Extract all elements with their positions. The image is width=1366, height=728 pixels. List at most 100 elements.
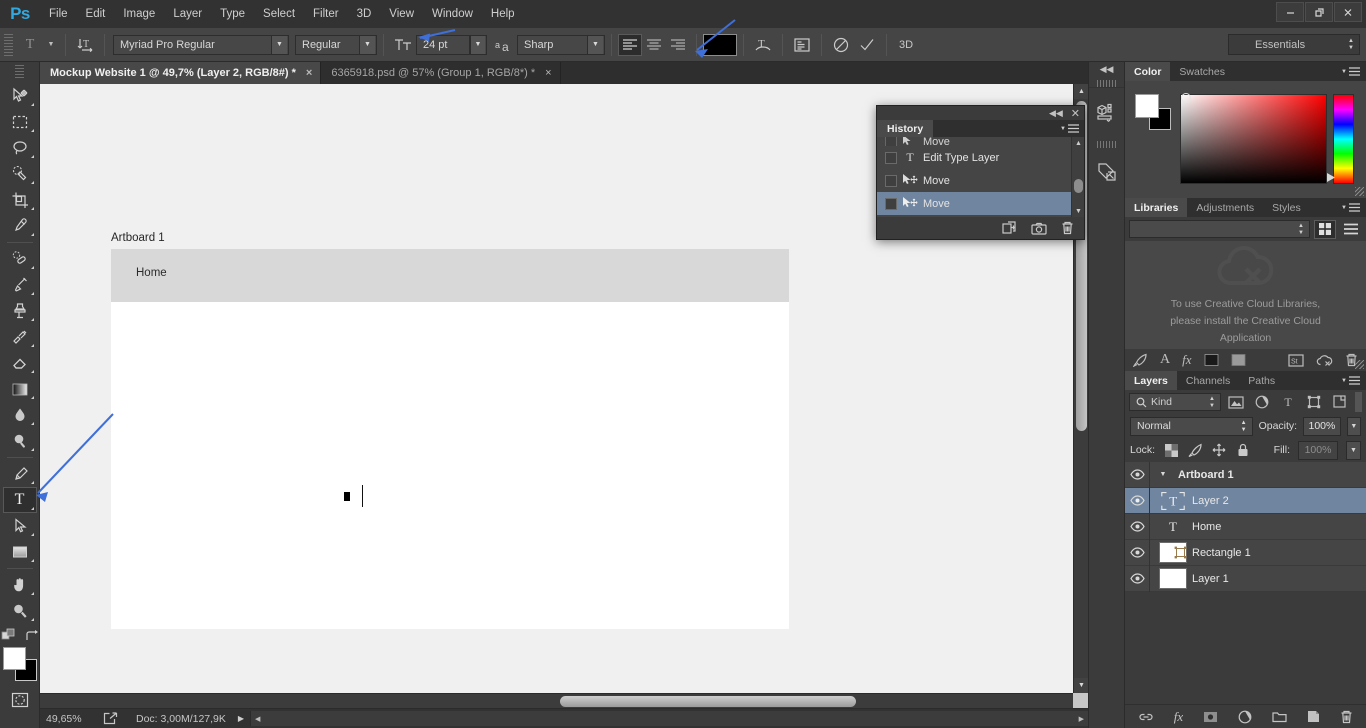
opacity-input[interactable]: 100%	[1303, 416, 1341, 436]
foreground-color-swatch[interactable]	[2, 647, 26, 670]
canvas-horizontal-scrollbar[interactable]	[40, 693, 1073, 708]
status-expand-arrow-icon[interactable]: ▶	[238, 714, 244, 723]
tab-swatches[interactable]: Swatches	[1170, 62, 1234, 81]
align-center-button[interactable]	[642, 34, 666, 56]
chevron-down-icon[interactable]: ▼	[1156, 471, 1170, 478]
tab-libraries[interactable]: Libraries	[1125, 198, 1188, 217]
path-selection-tool[interactable]	[3, 513, 37, 539]
smart-object-filter-icon[interactable]	[1329, 392, 1351, 412]
spot-healing-brush-tool[interactable]	[3, 246, 37, 272]
history-snapshot-checkbox[interactable]	[885, 137, 897, 146]
tool-preset-chevron-down-icon[interactable]: ▼	[43, 33, 59, 57]
warp-text-icon[interactable]: T	[750, 33, 776, 57]
collapse-panel-icon[interactable]: ◀◀	[1049, 108, 1063, 119]
history-panel[interactable]: ◀◀ ✕ History ▼ Move T Edit Type Layer Mo…	[876, 105, 1085, 240]
menu-image[interactable]: Image	[114, 0, 164, 28]
blend-mode-select[interactable]: Normal ▲ ▼	[1130, 416, 1253, 436]
layer-thumbnail-shape[interactable]	[1159, 542, 1187, 563]
foreground-color-icon[interactable]	[1204, 353, 1219, 367]
document-tab-6365918[interactable]: 6365918.psd @ 57% (Group 1, RGB/8*) * ×	[321, 62, 561, 84]
history-state-row[interactable]: Move	[877, 169, 1084, 192]
foreground-background-colors[interactable]	[2, 647, 37, 681]
scroll-up-icon[interactable]: ▲	[1074, 84, 1088, 99]
add-layer-mask-icon[interactable]	[1203, 711, 1218, 723]
3d-panel-icon[interactable]	[1089, 87, 1124, 135]
layer-name[interactable]: Layer 1	[1192, 573, 1229, 585]
panel-menu-icon[interactable]: ▼	[1341, 198, 1366, 217]
swap-colors-icon[interactable]	[24, 629, 39, 643]
layers-list[interactable]: ▼ Artboard 1 T Layer 2 T Home Rectangle …	[1125, 461, 1366, 592]
dodge-tool[interactable]	[3, 428, 37, 454]
menu-edit[interactable]: Edit	[77, 0, 115, 28]
history-snapshot-checkbox[interactable]	[885, 151, 897, 164]
history-state-row[interactable]: T Edit Type Layer	[877, 146, 1084, 169]
tab-adjustments[interactable]: Adjustments	[1187, 198, 1263, 217]
tab-styles[interactable]: Styles	[1263, 198, 1310, 217]
delete-layer-icon[interactable]	[1340, 710, 1353, 724]
workspace-select[interactable]: Essentials ▲ ▼	[1228, 34, 1360, 55]
chevron-down-icon[interactable]: ▼	[271, 35, 287, 54]
eyedropper-tool[interactable]	[3, 213, 37, 239]
panel-menu-icon[interactable]: ▼	[1341, 62, 1366, 81]
lock-all-icon[interactable]	[1235, 442, 1251, 458]
anti-aliasing-select[interactable]: Sharp ▼	[517, 34, 605, 55]
fill-chevron-down-icon[interactable]: ▼	[1346, 440, 1361, 460]
tab-paths[interactable]: Paths	[1239, 371, 1284, 390]
resize-grip-icon[interactable]	[1355, 187, 1364, 196]
history-scrollbar[interactable]: ▲ ▼	[1071, 137, 1084, 217]
shape-filter-icon[interactable]	[1303, 392, 1325, 412]
tab-layers[interactable]: Layers	[1125, 371, 1177, 390]
color-picker-panel[interactable]	[1125, 81, 1366, 198]
layer-name[interactable]: Artboard 1	[1178, 469, 1234, 481]
create-new-snapshot-icon[interactable]	[1031, 222, 1047, 235]
type-tool-icon[interactable]: T	[17, 33, 43, 57]
history-snapshot-checkbox[interactable]	[885, 174, 897, 187]
filter-toggle-icon[interactable]	[1355, 392, 1362, 412]
menu-select[interactable]: Select	[254, 0, 304, 28]
character-panel-icon[interactable]	[789, 33, 815, 57]
layer-row-rectangle-1[interactable]: Rectangle 1	[1125, 539, 1366, 566]
properties-panel-icon[interactable]	[1089, 148, 1124, 196]
3d-button[interactable]: 3D	[893, 33, 919, 57]
tab-color[interactable]: Color	[1125, 62, 1171, 81]
cloud-off-small-icon[interactable]	[1316, 354, 1333, 367]
st-icon[interactable]: St	[1288, 353, 1304, 367]
brush-tool[interactable]	[3, 272, 37, 298]
hand-tool[interactable]	[3, 572, 37, 598]
zoom-tool[interactable]	[3, 598, 37, 624]
rectangle-tool[interactable]	[3, 539, 37, 565]
history-state-list[interactable]: Move T Edit Type Layer Move Move ▲ ▼	[877, 137, 1084, 217]
text-color-swatch[interactable]	[703, 33, 737, 56]
text-style-icon[interactable]: A	[1160, 352, 1170, 368]
quick-selection-tool[interactable]	[3, 161, 37, 187]
text-orientation-icon[interactable]: T	[72, 33, 98, 57]
close-icon[interactable]: ×	[306, 67, 312, 79]
grid-view-icon[interactable]	[1314, 219, 1336, 239]
pixel-filter-icon[interactable]	[1225, 392, 1247, 412]
stepper-icon[interactable]: ▲ ▼	[1209, 396, 1220, 409]
layer-name[interactable]: Home	[1192, 521, 1221, 533]
layer-thumbnail-text[interactable]: T	[1159, 490, 1187, 511]
menu-filter[interactable]: Filter	[304, 0, 348, 28]
move-tool[interactable]	[3, 83, 37, 109]
layer-name[interactable]: Layer 2	[1192, 495, 1229, 507]
chevron-down-icon[interactable]: ▼	[359, 35, 375, 54]
resize-grip-icon[interactable]	[1355, 360, 1364, 369]
blur-tool[interactable]	[3, 402, 37, 428]
foreground-color-swatch[interactable]	[1135, 94, 1159, 118]
history-snapshot-checkbox[interactable]	[885, 197, 897, 210]
history-scroll-thumb[interactable]	[1074, 179, 1083, 193]
menu-window[interactable]: Window	[423, 0, 482, 28]
menu-help[interactable]: Help	[482, 0, 524, 28]
clone-stamp-tool[interactable]	[3, 298, 37, 324]
horizontal-type-tool[interactable]: T	[2, 487, 37, 513]
edit-in-quick-mask-mode[interactable]	[3, 687, 37, 713]
rectangular-marquee-tool[interactable]	[3, 109, 37, 135]
menu-file[interactable]: File	[40, 0, 77, 28]
scroll-up-icon[interactable]: ▲	[1072, 137, 1084, 149]
dock-grip[interactable]	[1096, 80, 1117, 87]
close-icon[interactable]: ×	[545, 67, 551, 79]
menu-3d[interactable]: 3D	[348, 0, 381, 28]
eraser-tool[interactable]	[3, 350, 37, 376]
pen-tool[interactable]	[3, 461, 37, 487]
